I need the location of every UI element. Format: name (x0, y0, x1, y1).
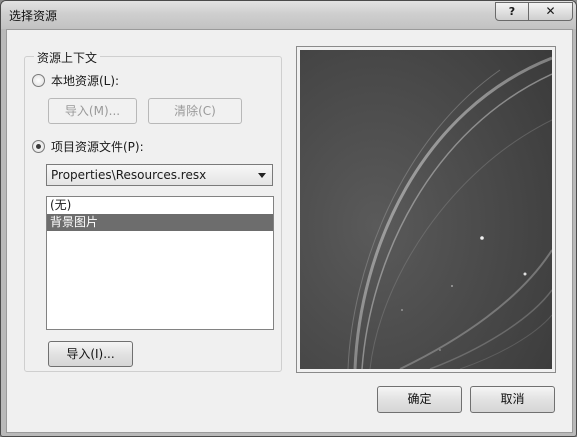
local-resource-label: 本地资源(L): (51, 74, 120, 88)
ok-button[interactable]: 确定 (377, 386, 462, 413)
import-project-button[interactable]: 导入(I)... (48, 341, 133, 367)
list-item-background-image[interactable]: 背景图片 (47, 214, 273, 231)
image-preview (296, 46, 556, 373)
select-resource-dialog: 选择资源 ? ✕ 资源上下文 本地资源(L): 导入(M)... 清除(C) 项… (0, 0, 577, 437)
group-label: 资源上下文 (34, 49, 101, 66)
clear-button[interactable]: 清除(C) (148, 98, 242, 124)
dialog-body: 资源上下文 本地资源(L): 导入(M)... 清除(C) 项目资源文件(P):… (6, 29, 573, 433)
project-resource-label: 项目资源文件(P): (51, 140, 144, 154)
import-local-button[interactable]: 导入(M)... (48, 98, 137, 124)
resource-file-dropdown[interactable]: Properties\Resources.resx (46, 164, 273, 186)
project-resource-option[interactable]: 项目资源文件(P): (32, 138, 144, 155)
list-item-none[interactable]: (无) (47, 197, 273, 214)
project-resource-radio[interactable] (32, 140, 45, 153)
window-title: 选择资源 (9, 9, 58, 23)
background-image-preview (300, 50, 552, 369)
cancel-button[interactable]: 取消 (470, 386, 555, 413)
resource-file-value: Properties\Resources.resx (51, 168, 207, 182)
help-button[interactable]: ? (495, 2, 529, 21)
resource-listbox[interactable]: (无) 背景图片 (46, 196, 274, 330)
local-resource-radio[interactable] (32, 74, 45, 87)
dropdown-arrow-icon (258, 173, 266, 178)
title-bar: 选择资源 ? ✕ (1, 1, 576, 29)
local-resource-option[interactable]: 本地资源(L): (32, 72, 119, 89)
close-button[interactable]: ✕ (528, 2, 573, 21)
